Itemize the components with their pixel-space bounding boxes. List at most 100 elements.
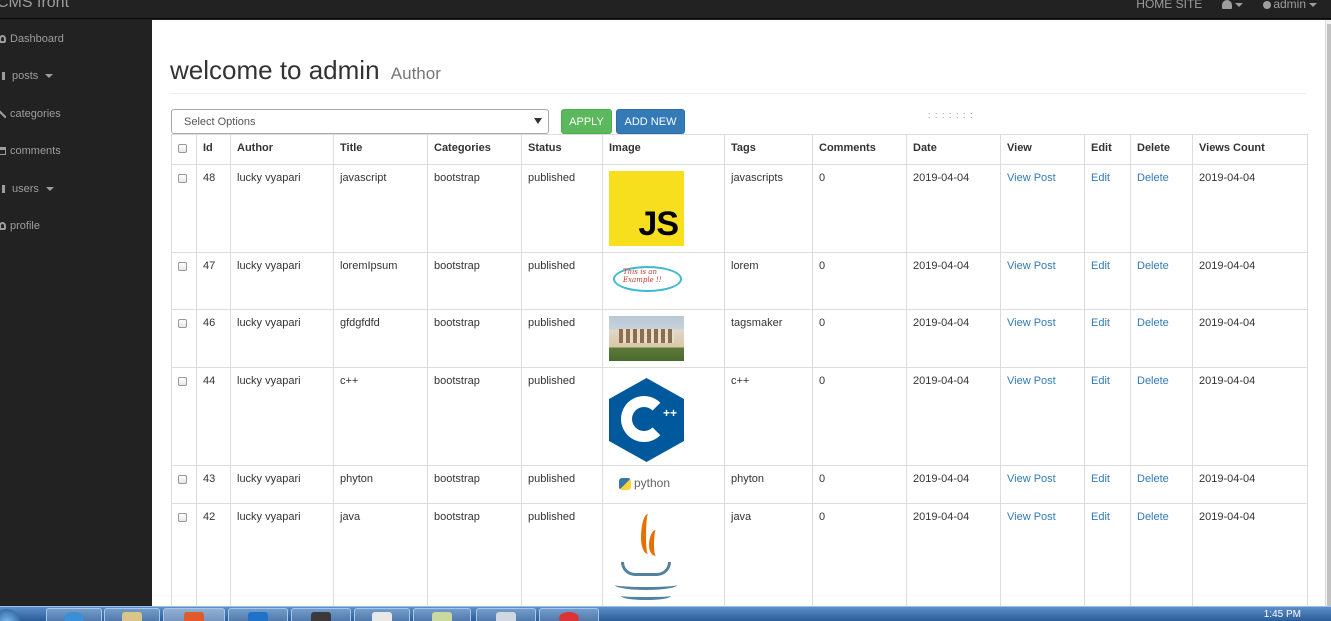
delete-link[interactable]: Delete xyxy=(1137,260,1169,272)
taskbar-app-vscode[interactable] xyxy=(228,608,288,621)
page-subtitle: Author xyxy=(390,64,441,83)
delete-link[interactable]: Delete xyxy=(1137,473,1169,485)
cell-tags: java xyxy=(724,503,813,609)
edit-link[interactable]: Edit xyxy=(1091,375,1110,387)
edit-link[interactable]: Edit xyxy=(1091,172,1110,184)
cell-category: bootstrap xyxy=(427,252,522,310)
cell-image xyxy=(602,503,725,609)
navbar-right: HOME SITE admin xyxy=(1136,0,1317,14)
taskbar-app-explorer[interactable] xyxy=(104,608,160,621)
cell-view: View Post xyxy=(1000,465,1085,504)
cell-id: 48 xyxy=(196,164,231,253)
bell-icon xyxy=(1222,0,1233,10)
cell-author: lucky vyapari xyxy=(230,164,334,253)
table-header-row: Id Author Title Categories Status Image … xyxy=(171,134,1308,165)
top-navbar: CMS front HOME SITE admin xyxy=(0,0,1331,19)
cup-shape xyxy=(621,562,671,576)
column-header: Image xyxy=(602,134,725,165)
caret-down-icon xyxy=(1235,2,1244,7)
cell-image: This is an Example !! xyxy=(602,252,725,310)
bulk-options-select[interactable]: Select Options xyxy=(171,109,549,134)
scrollbar-thumb[interactable] xyxy=(1327,24,1331,614)
view-post-link[interactable]: View Post xyxy=(1007,172,1056,184)
taskbar-app-chrome[interactable] xyxy=(539,608,599,621)
page-scrollbar[interactable] xyxy=(1325,20,1331,614)
edit-link[interactable]: Edit xyxy=(1091,473,1110,485)
row-checkbox[interactable] xyxy=(178,377,187,386)
cell-image: ++ xyxy=(602,367,725,466)
cell-category: bootstrap xyxy=(427,503,522,609)
notepad-icon xyxy=(496,612,516,621)
brand-link[interactable]: CMS front xyxy=(0,0,69,12)
cell-title: loremIpsum xyxy=(333,252,428,310)
cell-image xyxy=(602,309,725,368)
cell-image: python xyxy=(602,465,725,504)
cell-views-count: 2019-04-04 xyxy=(1192,309,1308,368)
delete-link[interactable]: Delete xyxy=(1137,511,1169,523)
cell-edit: Edit xyxy=(1084,252,1131,310)
view-post-link[interactable]: View Post xyxy=(1007,375,1056,387)
page-header: welcome to admin Author xyxy=(170,54,1306,94)
python-wordmark: python xyxy=(634,476,671,490)
notifications-dropdown[interactable] xyxy=(1222,0,1244,11)
view-post-link[interactable]: View Post xyxy=(1007,317,1056,329)
apply-button[interactable]: APPLY xyxy=(561,109,612,134)
delete-link[interactable]: Delete xyxy=(1137,375,1169,387)
row-checkbox[interactable] xyxy=(178,174,187,183)
cell-view: View Post xyxy=(1000,309,1085,368)
cell-view: View Post xyxy=(1000,367,1085,466)
taskbar-app-browser[interactable] xyxy=(46,608,102,621)
taskbar-app-notepad[interactable] xyxy=(476,608,536,621)
edit-link[interactable]: Edit xyxy=(1091,511,1110,523)
start-button[interactable] xyxy=(0,609,20,621)
cell-date: 2019-04-04 xyxy=(906,367,1001,466)
row-checkbox[interactable] xyxy=(178,319,187,328)
view-post-link[interactable]: View Post xyxy=(1007,473,1056,485)
sidebar-item-dashboard[interactable]: Dashboard xyxy=(0,30,64,48)
sidebar-item-users[interactable]: users xyxy=(0,180,54,198)
edit-link[interactable]: Edit xyxy=(1091,260,1110,272)
select-all-checkbox[interactable] xyxy=(178,144,187,153)
column-header: Tags xyxy=(724,134,813,165)
cell-category: bootstrap xyxy=(427,367,522,466)
user-dropdown[interactable]: admin xyxy=(1263,0,1317,11)
cell-id: 43 xyxy=(196,465,231,504)
taskbar-app-active[interactable] xyxy=(163,608,225,621)
cell-category: bootstrap xyxy=(427,465,522,504)
user-name: admin xyxy=(1273,0,1306,11)
view-post-link[interactable]: View Post xyxy=(1007,260,1056,272)
sidebar-item-comments[interactable]: comments xyxy=(0,142,61,160)
select-all-header xyxy=(171,134,197,165)
add-new-button[interactable]: ADD NEW xyxy=(616,109,685,134)
cell-author: lucky vyapari xyxy=(230,367,334,466)
taskbar-app-editor[interactable] xyxy=(291,608,351,621)
delete-link[interactable]: Delete xyxy=(1137,317,1169,329)
building-windows xyxy=(619,329,674,343)
taskbar-app-paint[interactable] xyxy=(413,608,471,621)
home-site-link[interactable]: HOME SITE xyxy=(1136,0,1202,11)
cell-author: lucky vyapari xyxy=(230,503,334,609)
cell-image: JS xyxy=(602,164,725,253)
column-header: View xyxy=(1000,134,1085,165)
row-checkbox[interactable] xyxy=(178,513,187,522)
steam-shape xyxy=(649,530,663,556)
cell-views-count: 2019-04-04 xyxy=(1192,367,1308,466)
sidebar-item-posts[interactable]: posts xyxy=(0,67,54,85)
row-checkbox[interactable] xyxy=(178,262,187,271)
cell-author: lucky vyapari xyxy=(230,309,334,368)
delete-link[interactable]: Delete xyxy=(1137,172,1169,184)
cell-views-count: 2019-04-04 xyxy=(1192,164,1308,253)
taskbar-app-calculator[interactable] xyxy=(354,608,410,621)
edit-link[interactable]: Edit xyxy=(1091,317,1110,329)
view-post-link[interactable]: View Post xyxy=(1007,511,1056,523)
taskbar-clock[interactable]: 1:45 PM xyxy=(1264,609,1301,620)
select-arrow-icon xyxy=(534,118,542,124)
handwritten-text: This is an Example !! xyxy=(623,268,662,284)
sidebar-item-profile[interactable]: profile xyxy=(0,217,40,235)
table-row: 42 lucky vyapari java bootstrap publishe… xyxy=(171,503,1308,609)
building-photo-image xyxy=(609,316,684,361)
row-checkbox[interactable] xyxy=(178,475,187,484)
cell-views-count: 2019-04-04 xyxy=(1192,465,1308,504)
table-row: 43 lucky vyapari phyton bootstrap publis… xyxy=(171,465,1308,504)
sidebar-item-categories[interactable]: categories xyxy=(0,105,61,123)
